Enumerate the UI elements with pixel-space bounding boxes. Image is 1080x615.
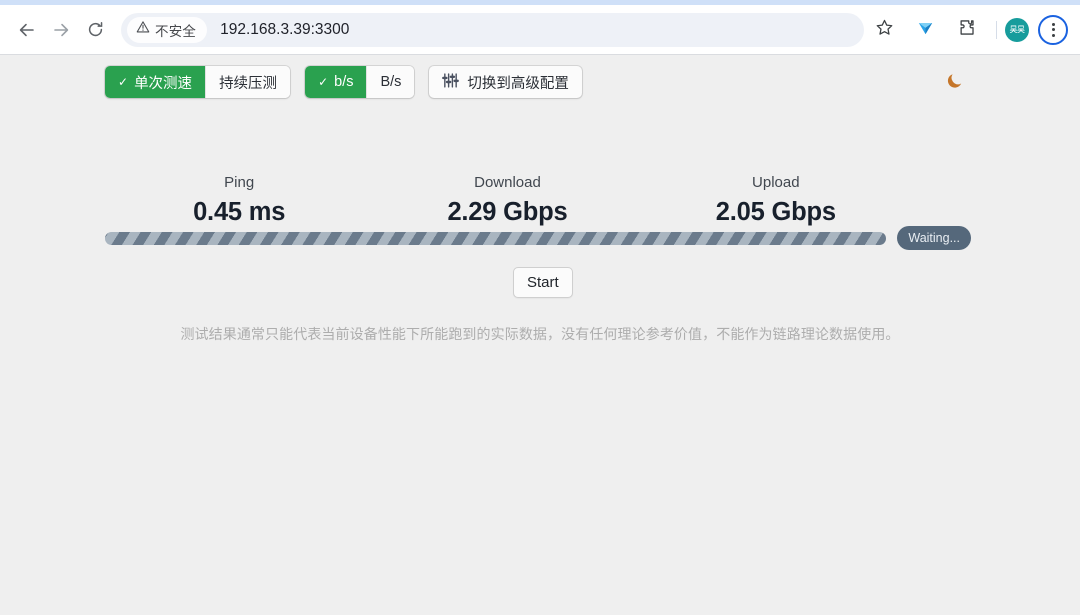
stat-value: 0.45 ms [193,198,286,226]
check-icon: ✓ [318,75,329,89]
security-label: 不安全 [155,23,197,39]
back-arrow-icon [17,20,37,40]
stat-download: Download 2.29 Gbps [373,173,641,229]
sliders-icon [442,72,460,93]
stats-row: Ping 0.45 ms Download 2.29 Gbps Upload 2… [105,173,910,229]
start-button[interactable]: Start [513,267,573,298]
bookmark-star-icon [875,18,894,42]
browser-chrome: 不安全 192.168.3.39:3300 昊昊 [0,0,1080,55]
puzzle-extension-icon [958,18,977,42]
stat-value: 2.29 Gbps [447,198,568,226]
stat-label: Download [474,174,541,191]
app-toolbar: ✓ 单次测速 持续压测 ✓ b/s B/s 切换到高级配置 [105,66,582,98]
three-dot-menu-icon [1051,28,1055,31]
progress-row: Waiting... [105,226,971,250]
extension-button-diamond[interactable] [909,14,941,46]
url-input[interactable]: 192.168.3.39:3300 [220,21,858,39]
three-dot-menu-icon [1051,33,1055,37]
forward-button[interactable] [44,13,78,47]
mode-label-continuous: 持续压测 [219,75,278,92]
check-icon: ✓ [118,75,129,89]
advanced-config-button[interactable]: 切换到高级配置 [429,66,582,98]
advanced-config-label: 切换到高级配置 [467,75,569,92]
warning-triangle-icon [136,20,150,39]
mode-label-single: 单次测速 [134,75,193,92]
unit-label-bytes: B/s [380,74,402,90]
browser-toolbar: 不安全 192.168.3.39:3300 昊昊 [0,5,1080,54]
stat-label: Upload [752,174,800,191]
stat-upload: Upload 2.05 Gbps [642,173,910,229]
progress-bar [105,231,887,245]
crescent-moon-icon [945,71,965,96]
unit-button-bytes[interactable]: B/s [366,66,415,98]
mode-button-single[interactable]: ✓ 单次测速 [105,66,206,98]
forward-arrow-icon [51,20,71,40]
reload-icon [86,20,105,39]
mode-button-continuous[interactable]: 持续压测 [205,66,291,98]
stat-value: 2.05 Gbps [715,198,836,226]
stat-ping: Ping 0.45 ms [105,173,373,229]
unit-toggle-group: ✓ b/s B/s [305,66,415,98]
reload-button[interactable] [78,13,112,47]
toolbar-divider [996,20,997,39]
bookmark-button[interactable] [868,14,900,46]
avatar[interactable]: 昊昊 [1005,17,1029,42]
back-button[interactable] [10,13,44,47]
unit-button-bits[interactable]: ✓ b/s [305,66,367,98]
chrome-menu-button[interactable] [1038,14,1068,45]
omnibox[interactable]: 不安全 192.168.3.39:3300 [121,12,864,47]
site-security-chip[interactable]: 不安全 [127,16,208,43]
test-mode-toggle-group: ✓ 单次测速 持续压测 [105,66,291,98]
stat-label: Ping [224,174,255,191]
status-badge: Waiting... [897,226,971,250]
dark-mode-toggle[interactable] [940,68,970,98]
speedtest-page: ✓ 单次测速 持续压测 ✓ b/s B/s 切换到高级配置 Ping 0.45 … [0,55,1080,615]
disclaimer-text: 测试结果通常只能代表当前设备性能下所能跑到的实际数据，没有任何理论参考价值，不能… [180,326,900,342]
three-dot-menu-icon [1051,22,1055,26]
unit-label-bits: b/s [334,74,354,90]
diamond-extension-icon [916,18,935,42]
extensions-button[interactable] [951,14,983,46]
